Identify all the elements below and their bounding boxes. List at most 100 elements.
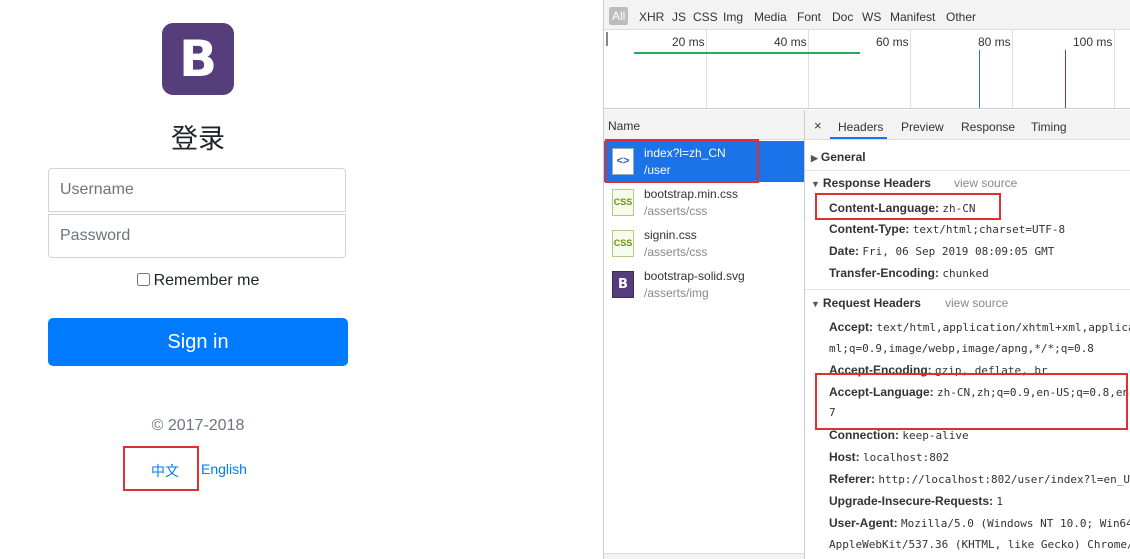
request-name: signin.css xyxy=(644,228,697,242)
copyright-text: © 2017-2018 xyxy=(151,417,245,434)
request-row[interactable]: <> index?l=zh_CN /user xyxy=(604,141,804,182)
header-value: text/html,application/xhtml+xml,applica xyxy=(876,321,1130,334)
request-header-row: Accept: text/html,application/xhtml+xml,… xyxy=(829,320,1130,334)
request-name: bootstrap-solid.svg xyxy=(644,269,745,283)
language-link-english[interactable]: English xyxy=(201,461,247,477)
filter-media[interactable]: Media xyxy=(754,10,787,24)
expanded-triangle-icon: ▼ xyxy=(811,179,820,189)
header-value: chunked xyxy=(942,267,989,280)
timeline-gridline xyxy=(1114,30,1115,108)
request-row[interactable]: CSS bootstrap.min.css /asserts/css xyxy=(604,182,804,223)
tab-preview[interactable]: Preview xyxy=(901,120,944,134)
sign-in-button[interactable]: Sign in xyxy=(48,318,348,366)
request-path: /asserts/css xyxy=(644,245,708,259)
header-value: gzip, deflate, br xyxy=(935,364,1048,377)
active-tab-indicator xyxy=(830,137,887,139)
header-value: 1 xyxy=(996,495,1004,508)
filter-doc[interactable]: Doc xyxy=(832,10,853,24)
filter-other[interactable]: Other xyxy=(946,10,976,24)
password-input[interactable] xyxy=(48,214,346,258)
general-label: General xyxy=(820,150,866,164)
panel-divider[interactable] xyxy=(804,110,805,559)
timeline-bar-start xyxy=(606,32,608,46)
response-header-row: Content-Type: text/html;charset=UTF-8 xyxy=(829,222,1065,236)
filter-xhr[interactable]: XHR xyxy=(639,10,664,24)
remember-me: Remember me xyxy=(0,272,396,290)
timeline-gridline xyxy=(808,30,809,108)
response-view-source-link[interactable]: view source xyxy=(954,176,1017,190)
username-input[interactable] xyxy=(48,168,346,212)
request-header-row: Accept-Language: zh-CN,zh;q=0.9,en-US;q=… xyxy=(829,385,1129,399)
header-value: zh-CN,zh;q=0.9,en-US;q=0.8,en xyxy=(937,386,1130,399)
request-header-row: Connection: keep-alive xyxy=(829,428,969,442)
timeline-tick: 20 ms xyxy=(672,35,705,49)
filter-css[interactable]: CSS xyxy=(693,10,718,24)
css-file-icon: CSS xyxy=(612,230,634,257)
header-key: Accept-Encoding: xyxy=(829,363,932,377)
language-link-chinese[interactable]: 中文 xyxy=(151,461,179,481)
header-key: Accept-Language: xyxy=(829,385,934,399)
filter-manifest[interactable]: Manifest xyxy=(890,10,935,24)
request-name: bootstrap.min.css xyxy=(644,187,739,201)
request-path: /asserts/css xyxy=(644,204,708,218)
request-header-row: Accept-Encoding: gzip, deflate, br xyxy=(829,363,1048,377)
filter-font[interactable]: Font xyxy=(797,10,821,24)
remember-me-label: Remember me xyxy=(153,272,260,289)
header-key: Content-Type: xyxy=(829,222,910,236)
name-column-header[interactable]: Name xyxy=(604,110,804,140)
general-section-header[interactable]: ▶ General xyxy=(811,150,866,164)
request-headers-label: Request Headers xyxy=(822,296,921,310)
timeline-marker-domcontentloaded xyxy=(979,50,980,108)
request-header-row: Referer: http://localhost:802/user/index… xyxy=(829,472,1130,486)
header-value: text/html;charset=UTF-8 xyxy=(912,223,1066,236)
request-header-row: User-Agent: Mozilla/5.0 (Windows NT 10.0… xyxy=(829,516,1130,530)
network-timeline[interactable]: 20 ms 40 ms 60 ms 80 ms 100 ms xyxy=(604,30,1130,109)
remember-me-checkbox[interactable] xyxy=(136,273,150,286)
tab-headers[interactable]: Headers xyxy=(838,120,883,134)
css-file-icon: CSS xyxy=(612,189,634,216)
response-headers-section-header[interactable]: ▼ Response Headers xyxy=(811,176,931,190)
response-headers-label: Response Headers xyxy=(822,176,931,190)
header-key: Date: xyxy=(829,244,860,258)
tab-timing[interactable]: Timing xyxy=(1031,120,1067,134)
collapsed-triangle-icon: ▶ xyxy=(811,153,818,163)
filter-js[interactable]: JS xyxy=(672,10,686,24)
close-icon[interactable]: × xyxy=(814,118,822,133)
timeline-gridline xyxy=(706,30,707,108)
header-value-continued: 7 xyxy=(829,406,836,419)
timeline-gridline xyxy=(910,30,911,108)
header-value-continued: ml;q=0.9,image/webp,image/apng,*/*;q=0.8 xyxy=(829,342,1094,355)
timeline-tick: 60 ms xyxy=(876,35,909,49)
header-key: Content-Language: xyxy=(829,201,939,215)
request-header-row: Host: localhost:802 xyxy=(829,450,949,464)
bootstrap-logo: B xyxy=(162,23,234,95)
header-key: Transfer-Encoding: xyxy=(829,266,940,280)
name-column-label: Name xyxy=(608,119,641,133)
timeline-gridline xyxy=(1012,30,1013,108)
header-key: Accept: xyxy=(829,320,874,334)
devtools-network-panel: All XHR JS CSS Img Media Font Doc WS Man… xyxy=(603,0,1130,559)
filter-img[interactable]: Img xyxy=(723,10,743,24)
filter-bar: All XHR JS CSS Img Media Font Doc WS Man… xyxy=(604,0,1130,30)
header-value: Mozilla/5.0 (Windows NT 10.0; Win64 xyxy=(901,517,1130,530)
timeline-tick: 100 ms xyxy=(1073,35,1113,49)
page-title: 登录 xyxy=(171,124,225,155)
response-header-row: Content-Language: zh-CN xyxy=(829,201,975,215)
request-headers-section-header[interactable]: ▼ Request Headers xyxy=(811,296,921,310)
request-row[interactable]: CSS signin.css /asserts/css xyxy=(604,223,804,264)
header-key: Host: xyxy=(829,450,860,464)
expanded-triangle-icon: ▼ xyxy=(811,299,820,309)
filter-ws[interactable]: WS xyxy=(862,10,881,24)
header-value-continued: AppleWebKit/537.36 (KHTML, like Gecko) C… xyxy=(829,538,1130,551)
header-value: Fri, 06 Sep 2019 08:09:05 GMT xyxy=(862,245,1055,258)
request-row[interactable]: B bootstrap-solid.svg /asserts/img xyxy=(604,264,804,305)
tab-response[interactable]: Response xyxy=(961,120,1015,134)
header-value: keep-alive xyxy=(902,429,969,442)
section-divider xyxy=(805,170,1130,171)
filter-all[interactable]: All xyxy=(609,7,629,25)
header-value: http://localhost:802/user/index?l=en_U xyxy=(878,473,1130,486)
timeline-tick: 40 ms xyxy=(774,35,807,49)
request-view-source-link[interactable]: view source xyxy=(945,296,1008,310)
svg-image-icon: B xyxy=(612,271,634,298)
response-header-row: Transfer-Encoding: chunked xyxy=(829,266,989,280)
